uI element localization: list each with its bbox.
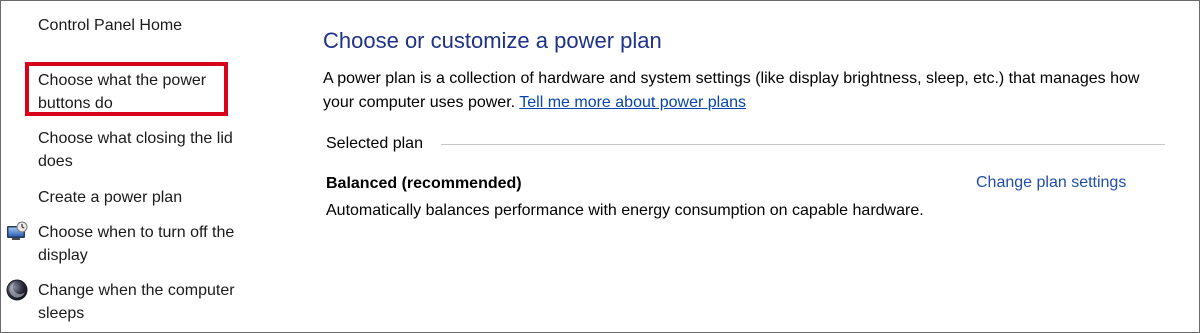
section-divider [441,144,1165,145]
page-title: Choose or customize a power plan [323,28,662,53]
sidebar-item-label: sleeps [38,305,85,322]
sidebar-item-power-buttons[interactable]: Choose what the power buttons do [38,69,206,115]
sidebar-item-label: Choose when to turn off the [38,224,235,241]
control-panel-window: Control Panel Home Choose what the power… [0,0,1200,333]
page-description: A power plan is a collection of hardware… [323,67,1153,115]
display-settings-icon [6,221,28,243]
sidebar-item-label: does [38,153,73,170]
sidebar-item-label: display [38,247,88,264]
selected-plan-label: Selected plan [326,135,423,152]
sidebar-item-closing-lid[interactable]: Choose what closing the lid does [38,127,233,173]
sidebar-item-label: Choose what the power [38,72,207,89]
sidebar-control-panel-home[interactable]: Control Panel Home [38,14,182,37]
moon-sleep-icon [6,279,28,301]
change-plan-settings-link[interactable]: Change plan settings [976,174,1126,192]
sidebar-item-create-plan[interactable]: Create a power plan [38,186,182,209]
plan-description: Automatically balances performance with … [326,202,924,219]
learn-more-link[interactable]: Tell me more about power plans [519,94,746,111]
sidebar-item-turn-off-display[interactable]: Choose when to turn off the display [38,221,234,267]
plan-name: Balanced (recommended) [326,175,522,192]
sidebar-item-label: Create a power plan [38,189,183,206]
sidebar-item-label: Choose what closing the lid [38,130,233,147]
sidebar-item-label: Change when the computer [38,282,235,299]
sidebar-item-label: buttons do [38,95,113,112]
sidebar-item-computer-sleeps[interactable]: Change when the computer sleeps [38,279,235,325]
